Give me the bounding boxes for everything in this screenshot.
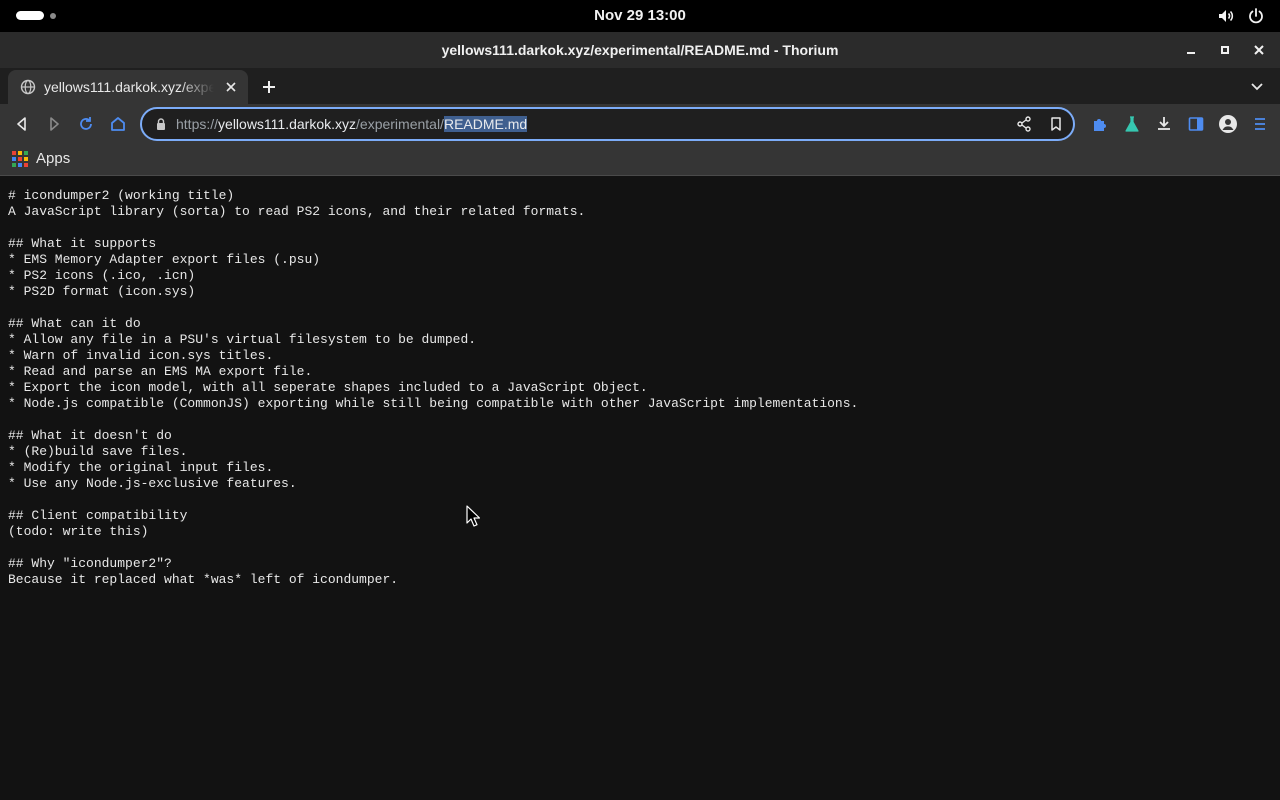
- workspace-active-indicator: [16, 11, 44, 20]
- markdown-line: * Allow any file in a PSU's virtual file…: [8, 332, 477, 347]
- bookmark-apps-label: Apps: [36, 150, 71, 167]
- address-bar[interactable]: https://yellows111.darkok.xyz/experiment…: [140, 107, 1075, 141]
- forward-button[interactable]: [44, 114, 64, 134]
- bookmarks-bar: Apps: [0, 144, 1280, 176]
- reload-icon: [80, 117, 92, 130]
- back-arrow-icon: [17, 117, 26, 131]
- url-path: /experimental/: [356, 116, 444, 132]
- page-content: # icondumper2 (working title) A JavaScrip…: [0, 177, 1280, 800]
- extensions-button[interactable]: [1090, 114, 1110, 134]
- browser-toolbar: https://yellows111.darkok.xyz/experiment…: [0, 104, 1280, 144]
- share-button[interactable]: [1015, 115, 1033, 133]
- maximize-icon: [1221, 46, 1229, 54]
- apps-grid-icon: [12, 150, 28, 167]
- markdown-line: A JavaScript library (sorta) to read PS2…: [8, 204, 586, 219]
- system-clock[interactable]: Nov 29 13:00: [594, 7, 686, 24]
- close-window-button[interactable]: [1246, 37, 1272, 63]
- chevron-down-icon: [1251, 83, 1263, 91]
- labs-button[interactable]: [1122, 114, 1142, 134]
- mouse-cursor-icon: [466, 505, 480, 527]
- markdown-line: * EMS Memory Adapter export files (.psu): [8, 252, 321, 267]
- download-icon: [1158, 117, 1170, 130]
- markdown-line: * Read and parse an EMS MA export file.: [8, 364, 313, 379]
- close-icon: [1254, 45, 1264, 55]
- url-scheme: https://: [176, 116, 219, 132]
- flask-icon: [1125, 116, 1139, 132]
- bookmark-star-button[interactable]: [1047, 115, 1065, 133]
- markdown-line: Because it replaced what *was* left of i…: [8, 572, 399, 587]
- markdown-line: * Use any Node.js-exclusive features.: [8, 476, 297, 491]
- downloads-button[interactable]: [1154, 114, 1174, 134]
- avatar-icon: [1219, 115, 1237, 133]
- tab-readme[interactable]: yellows111.darkok.xyz/experimental/READM…: [8, 70, 248, 104]
- workspace-indicator: [50, 12, 56, 19]
- maximize-button[interactable]: [1212, 37, 1238, 63]
- markdown-line: * Node.js compatible (CommonJS) exportin…: [8, 396, 859, 411]
- markdown-line: [8, 412, 858, 428]
- share-icon: [1017, 116, 1031, 132]
- forward-arrow-icon: [50, 117, 59, 131]
- markdown-line: * Modify the original input files.: [8, 460, 274, 475]
- close-icon: [226, 82, 236, 92]
- markdown-heading: ## Why "icondumper2"?: [8, 556, 172, 571]
- profile-button[interactable]: [1218, 114, 1238, 134]
- markdown-line: * Export the icon model, with all sepera…: [8, 380, 648, 395]
- tab-search-button[interactable]: [1248, 77, 1266, 95]
- lock-icon[interactable]: [154, 117, 168, 131]
- bookmark-apps[interactable]: Apps: [12, 150, 70, 167]
- tab-close-button[interactable]: [222, 78, 240, 96]
- markdown-line: [8, 540, 858, 556]
- markdown-line: * PS2D format (icon.sys): [8, 284, 196, 299]
- system-tray[interactable]: [1216, 6, 1266, 26]
- puzzle-icon: [1094, 119, 1106, 131]
- plus-icon: [263, 81, 275, 93]
- markdown-heading: ## Client compatibility: [8, 508, 188, 523]
- system-top-bar: Nov 29 13:00: [0, 0, 1280, 32]
- back-button[interactable]: [12, 114, 32, 134]
- markdown-line: (todo: write this): [8, 524, 149, 539]
- reload-button[interactable]: [76, 114, 96, 134]
- markdown-line: * PS2 icons (.ico, .icn): [8, 268, 196, 283]
- volume-icon[interactable]: [1216, 6, 1236, 26]
- window-title: yellows111.darkok.xyz/experimental/READM…: [441, 42, 839, 58]
- markdown-line: * Warn of invalid icon.sys titles.: [8, 348, 274, 363]
- window-title-bar[interactable]: yellows111.darkok.xyz/experimental/READM…: [0, 32, 1280, 68]
- markdown-line: [8, 492, 858, 508]
- tab-title: yellows111.darkok.xyz/experimental/READM…: [44, 79, 214, 95]
- menu-icon: [1255, 118, 1265, 130]
- markdown-heading: ## What it supports: [8, 236, 157, 251]
- url-selected-text: README.md: [443, 116, 528, 132]
- side-panel-icon: [1188, 117, 1204, 131]
- url-text[interactable]: https://yellows111.darkok.xyz/experiment…: [176, 116, 528, 132]
- bookmark-icon: [1051, 117, 1061, 131]
- markdown-line: [8, 220, 858, 236]
- minimize-icon: [1187, 52, 1195, 54]
- markdown-heading: ## What can it do: [8, 316, 141, 331]
- browser-menu-button[interactable]: [1250, 114, 1270, 134]
- markdown-heading: # icondumper2 (working title): [8, 188, 235, 203]
- new-tab-button[interactable]: [258, 76, 280, 98]
- power-icon[interactable]: [1246, 6, 1266, 26]
- markdown-line: [8, 300, 858, 316]
- url-host: yellows111.darkok.xyz: [218, 116, 357, 132]
- activities-button[interactable]: [16, 11, 56, 20]
- readme-text: # icondumper2 (working title) A JavaScrip…: [8, 188, 858, 588]
- globe-icon: [20, 79, 36, 95]
- markdown-heading: ## What it doesn't do: [8, 428, 172, 443]
- home-button[interactable]: [108, 114, 128, 134]
- tab-strip: yellows111.darkok.xyz/experimental/READM…: [0, 68, 1280, 104]
- home-icon: [111, 117, 125, 131]
- markdown-line: * (Re)build save files.: [8, 444, 188, 459]
- side-panel-button[interactable]: [1186, 114, 1206, 134]
- minimize-button[interactable]: [1178, 37, 1204, 63]
